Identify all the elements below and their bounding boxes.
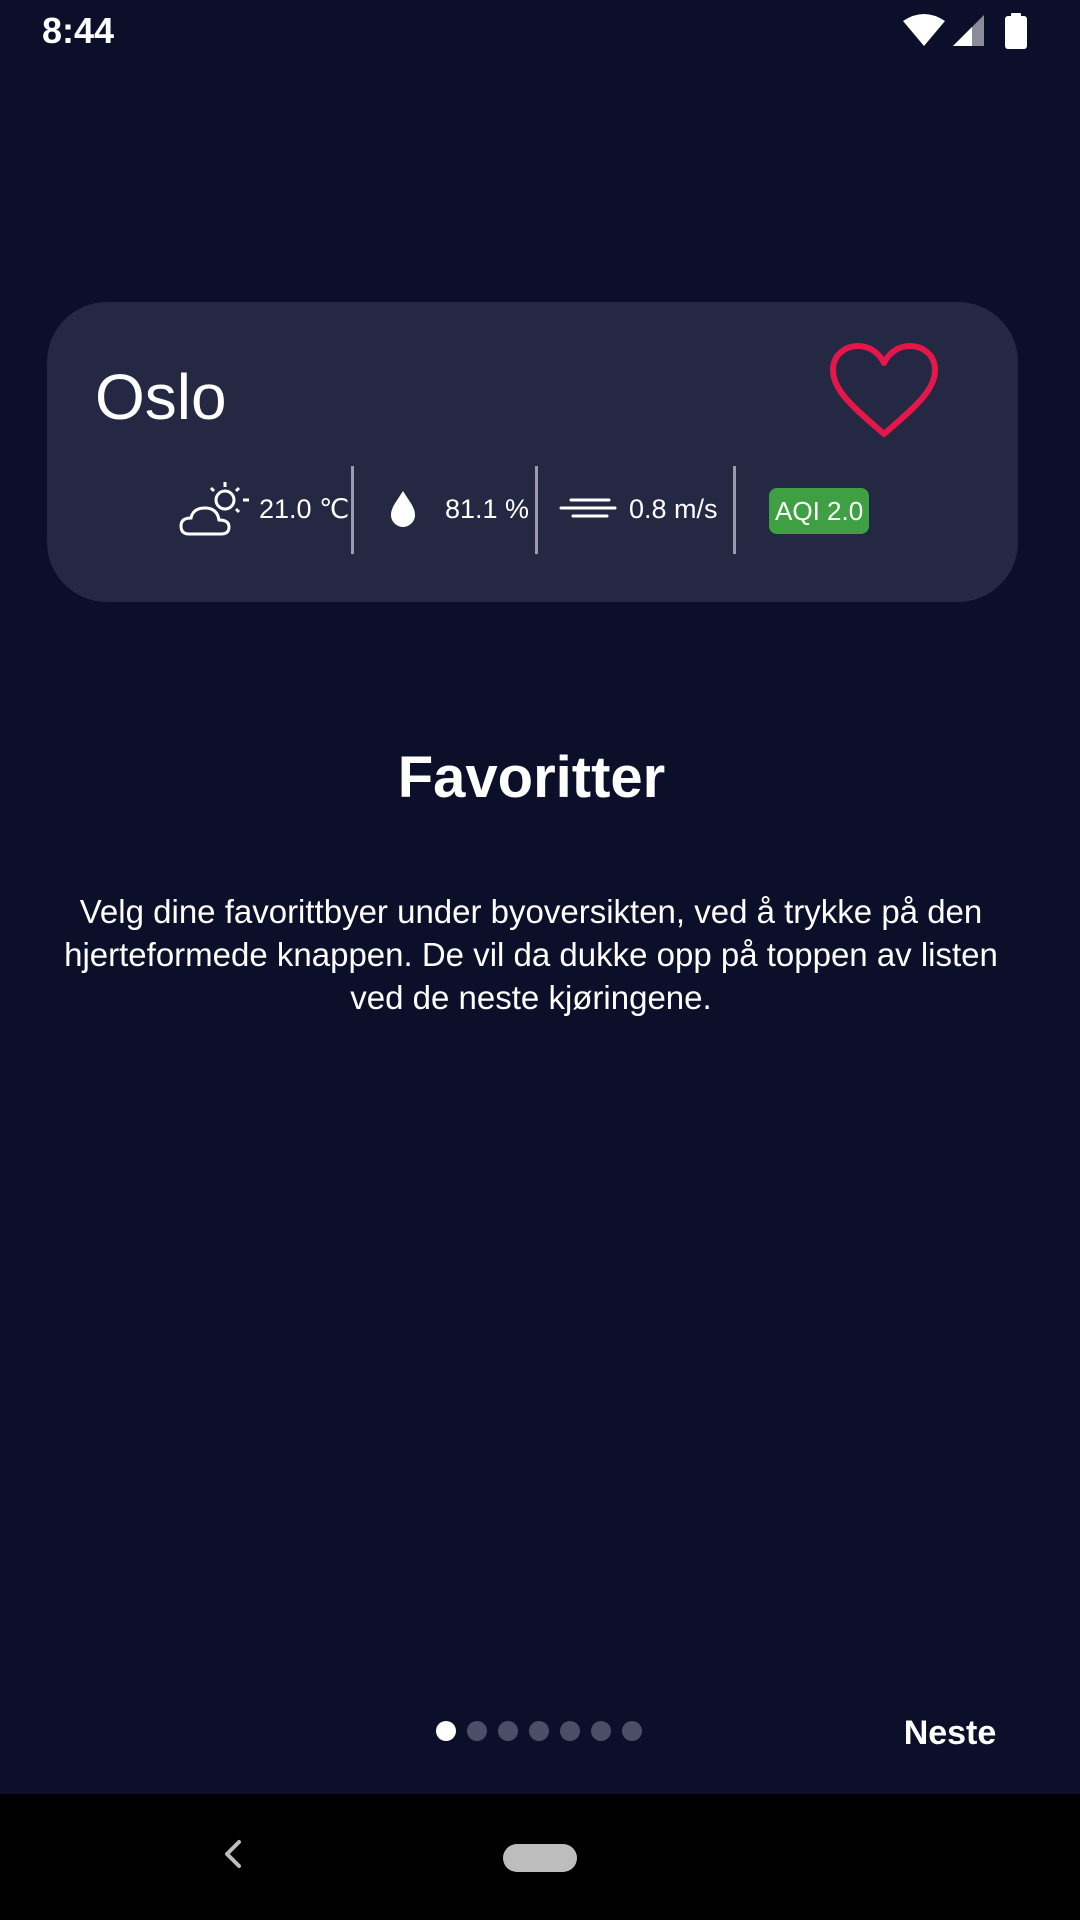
wind-item: 0.8 m/s bbox=[559, 462, 718, 556]
page-dot bbox=[622, 1721, 642, 1741]
onboarding-screen: 8:44 Oslo 21.0 ℃ 81.1 % 0.8 m/s AQI 2.0 … bbox=[0, 0, 1080, 1920]
wind-value: 0.8 m/s bbox=[629, 493, 718, 524]
water-drop-icon bbox=[391, 491, 415, 527]
page-description: Velg dine favorittbyer under byoversikte… bbox=[64, 893, 998, 1016]
back-arrow-icon[interactable] bbox=[212, 1824, 252, 1884]
battery-icon bbox=[1005, 13, 1027, 49]
city-name: Oslo bbox=[95, 361, 227, 433]
page-title: Favoritter bbox=[397, 745, 666, 810]
page-dot-active bbox=[436, 1721, 456, 1741]
home-button[interactable] bbox=[503, 1844, 577, 1872]
page-dot bbox=[529, 1721, 549, 1741]
city-card[interactable]: Oslo 21.0 ℃ 81.1 % 0.8 m/s AQI 2.0 bbox=[47, 302, 1018, 602]
status-bar: 8:44 bbox=[0, 0, 1080, 63]
divider bbox=[351, 466, 354, 554]
temperature-item: 21.0 ℃ bbox=[179, 462, 349, 556]
page-dot bbox=[498, 1721, 518, 1741]
temperature-value: 21.0 ℃ bbox=[259, 493, 350, 524]
weather-summary-row: 21.0 ℃ 81.1 % 0.8 m/s AQI 2.0 bbox=[47, 462, 1018, 556]
wifi-icon bbox=[903, 14, 945, 46]
status-icons bbox=[902, 13, 1042, 49]
cell-signal-icon bbox=[953, 15, 984, 46]
page-dot bbox=[560, 1721, 580, 1741]
page-dot bbox=[467, 1721, 487, 1741]
status-time: 8:44 bbox=[42, 10, 115, 51]
page-indicator bbox=[436, 1721, 642, 1743]
humidity-item: 81.1 % bbox=[385, 462, 529, 556]
wind-icon bbox=[559, 498, 617, 518]
partly-cloudy-icon bbox=[179, 482, 249, 536]
navigation-bar bbox=[0, 1794, 1080, 1920]
page-dot bbox=[591, 1721, 611, 1741]
next-button[interactable]: Neste bbox=[880, 1708, 1020, 1758]
humidity-value: 81.1 % bbox=[445, 493, 530, 524]
divider bbox=[733, 466, 736, 554]
aqi-badge: AQI 2.0 bbox=[769, 488, 870, 534]
heart-outline-icon[interactable] bbox=[827, 342, 941, 442]
divider bbox=[535, 466, 538, 554]
